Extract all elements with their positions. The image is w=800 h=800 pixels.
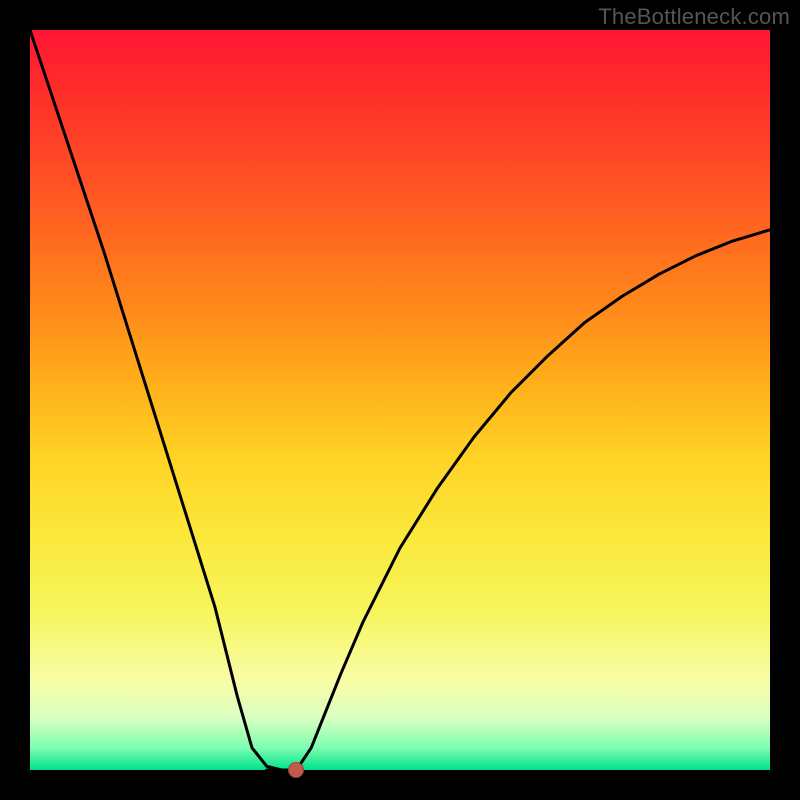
optimum-marker: [288, 762, 304, 778]
chart-frame: TheBottleneck.com: [0, 0, 800, 800]
curve-svg: [30, 30, 770, 770]
plot-area: [30, 30, 770, 770]
watermark-text: TheBottleneck.com: [598, 4, 790, 30]
bottleneck-curve: [30, 30, 770, 770]
